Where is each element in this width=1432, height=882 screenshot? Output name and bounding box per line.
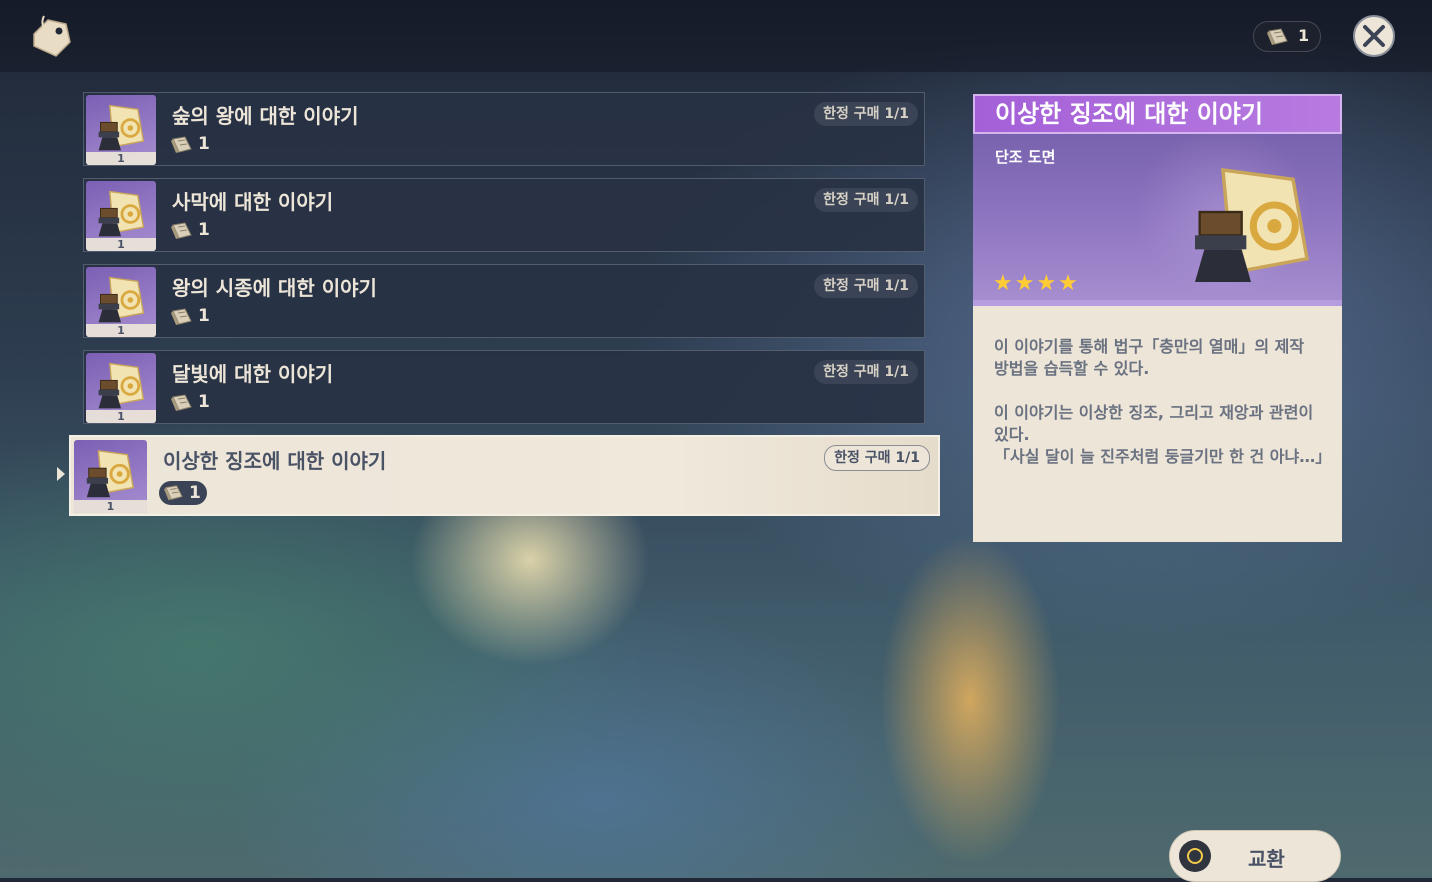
- blueprint-icon: [93, 272, 149, 328]
- description-paragraph: 이 이야기를 통해 법구「충만의 열매」의 제작 방법을 습득할 수 있다.: [994, 337, 1305, 378]
- item-price: 1: [170, 392, 210, 417]
- item-thumbnail: 1: [86, 267, 156, 337]
- price-amount: 1: [198, 306, 210, 326]
- price-amount: 1: [198, 392, 210, 412]
- description-paragraph: 이 이야기는 이상한 징조, 그리고 재앙과 관련이 있다.: [994, 403, 1314, 444]
- detail-description-box: 이 이야기를 통해 법구「충만의 열매」의 제작 방법을 습득할 수 있다. 이…: [973, 306, 1342, 542]
- scroll-icon: [1266, 27, 1290, 47]
- scroll-icon: [163, 484, 185, 502]
- blueprint-icon: [93, 100, 149, 156]
- price-amount: 1: [189, 483, 201, 503]
- confirm-circle-icon: [1179, 840, 1211, 872]
- blueprint-icon: [93, 358, 149, 414]
- item-name: 숲의 왕에 대한 이야기: [172, 104, 359, 128]
- item-thumbnail: 1: [86, 95, 156, 165]
- item-name: 달빛에 대한 이야기: [172, 362, 334, 386]
- currency-amount: 1: [1298, 26, 1310, 45]
- item-name: 사막에 대한 이야기: [172, 190, 334, 214]
- shop-item-1[interactable]: 1 사막에 대한 이야기 1 한정 구매 1/1: [83, 178, 925, 252]
- item-count: 1: [86, 410, 156, 423]
- close-button[interactable]: [1353, 15, 1395, 57]
- price-amount: 1: [198, 220, 210, 240]
- purchase-limit-badge: 한정 구매 1/1: [814, 188, 918, 212]
- scroll-icon: [170, 135, 194, 155]
- item-count: 1: [86, 238, 156, 251]
- item-price: 1: [170, 220, 210, 245]
- item-count: 1: [86, 324, 156, 337]
- purchase-limit-badge: 한정 구매 1/1: [824, 445, 930, 471]
- detail-item-name: 이상한 징조에 대한 이야기: [973, 94, 1342, 134]
- rarity-stars: ★★★★: [993, 271, 1080, 296]
- blueprint-icon: [81, 445, 139, 503]
- selection-arrow-icon: [57, 467, 65, 481]
- item-name: 이상한 징조에 대한 이야기: [163, 449, 387, 473]
- item-description: 이 이야기를 통해 법구「충만의 열매」의 제작 방법을 습득할 수 있다. 이…: [994, 336, 1332, 468]
- item-count: 1: [86, 152, 156, 165]
- detail-item-type: 단조 도면: [995, 148, 1056, 166]
- blueprint-icon: [1181, 156, 1321, 296]
- purchase-limit-badge: 한정 구매 1/1: [814, 102, 918, 126]
- item-count: 1: [74, 500, 147, 513]
- scroll-icon: [170, 307, 194, 327]
- shop-item-3[interactable]: 1 달빛에 대한 이야기 1 한정 구매 1/1: [83, 350, 925, 424]
- shop-item-0[interactable]: 1 숲의 왕에 대한 이야기 1 한정 구매 1/1: [83, 92, 925, 166]
- item-price: 1: [170, 134, 210, 159]
- scroll-icon: [170, 221, 194, 241]
- description-quote: 「사실 달이 늘 진주처럼 둥글기만 한 건 아냐…」: [994, 447, 1332, 466]
- price-amount: 1: [198, 134, 210, 154]
- currency-display: 1: [1253, 21, 1321, 52]
- purchase-limit-badge: 한정 구매 1/1: [814, 274, 918, 298]
- item-price: 1: [170, 306, 210, 331]
- item-thumbnail: 1: [74, 440, 147, 513]
- exchange-label: 교환: [1248, 847, 1285, 871]
- item-name: 왕의 시종에 대한 이야기: [172, 276, 377, 300]
- shop-item-2[interactable]: 1 왕의 시종에 대한 이야기 1 한정 구매 1/1: [83, 264, 925, 338]
- exchange-button[interactable]: 교환: [1169, 830, 1341, 882]
- item-thumbnail: 1: [86, 353, 156, 423]
- price-tag-icon: [33, 15, 71, 57]
- item-thumbnail: 1: [86, 181, 156, 251]
- scroll-icon: [170, 393, 194, 413]
- shop-item-4-selected[interactable]: 1 이상한 징조에 대한 이야기 1 한정 구매 1/1: [69, 435, 940, 516]
- close-icon: [1363, 25, 1385, 47]
- blueprint-icon: [93, 186, 149, 242]
- detail-header: 이상한 징조에 대한 이야기 단조 도면 ★★★★: [973, 94, 1342, 306]
- item-detail-panel: 이상한 징조에 대한 이야기 단조 도면 ★★★★ 이 이야기를 통해 법구「충…: [973, 94, 1342, 542]
- top-bar: 1: [0, 0, 1432, 72]
- purchase-limit-badge: 한정 구매 1/1: [814, 360, 918, 384]
- item-price: 1: [159, 481, 207, 505]
